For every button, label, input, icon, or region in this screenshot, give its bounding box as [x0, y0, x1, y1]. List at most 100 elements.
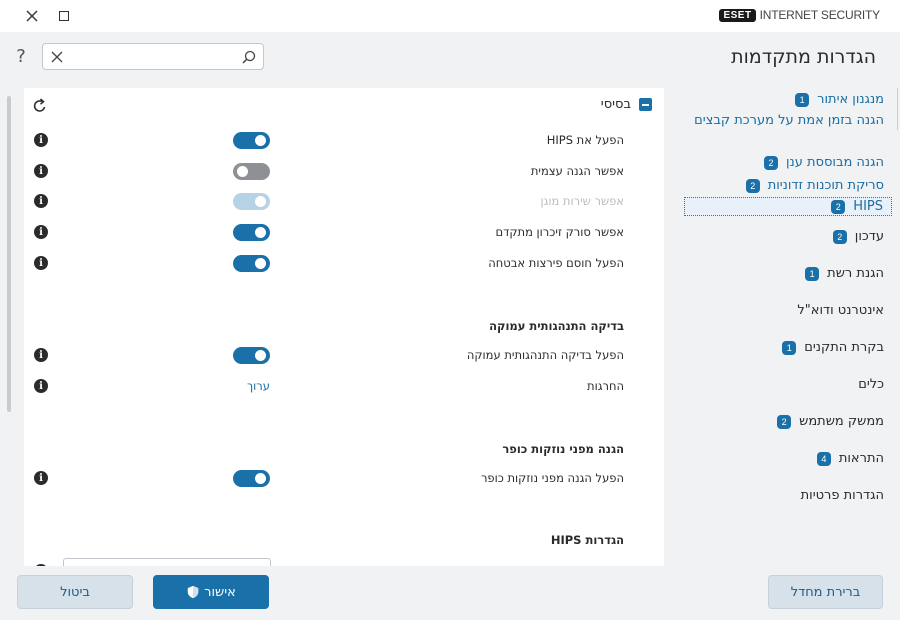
search-icon[interactable]	[241, 49, 257, 65]
hips-settings-heading: הגדרות HIPS	[550, 533, 624, 547]
sidebar-item-label: עדכון	[854, 229, 884, 244]
minus-icon	[642, 103, 649, 106]
setting-label: אפשר שירות מוגן	[540, 194, 624, 208]
count-badge: 4	[816, 451, 831, 466]
setting-row-self-defense: אפשר הגנה עצמית i	[24, 161, 664, 183]
protected-service-toggle	[233, 193, 270, 210]
exploit-blocker-toggle[interactable]	[233, 255, 270, 272]
ransomware-shield-toggle[interactable]	[233, 470, 270, 487]
deep-behavior-heading: בדיקה התנהגותית עמוקה	[489, 319, 624, 333]
ransomware-heading: הגנה מפני נוזקות כופר	[502, 442, 624, 456]
search-input[interactable]	[71, 47, 231, 66]
setting-label: הפעל חוסם פירצות אבטחה	[488, 256, 624, 270]
cancel-button[interactable]: ביטול	[17, 575, 133, 609]
setting-row-advanced-memory-scanner: אפשר סורק זיכרון מתקדם i	[24, 222, 664, 244]
setting-label: החרגות	[587, 379, 624, 393]
info-icon[interactable]: i	[34, 471, 48, 485]
ok-button[interactable]: אישור	[153, 575, 269, 609]
search-box	[42, 43, 264, 70]
count-badge: 2	[763, 155, 778, 170]
sidebar-item-label: בקרת התקנים	[804, 340, 884, 355]
deep-behavior-toggle[interactable]	[233, 347, 270, 364]
sidebar-item-hips[interactable]: HIPS 2	[684, 197, 892, 216]
info-icon[interactable]: i	[34, 194, 48, 208]
page-title: הגדרות מתקדמות	[731, 46, 876, 68]
settings-panel: בסיסי הפעל את HIPS i אפשר הגנה עצמית i א…	[24, 88, 664, 566]
info-icon[interactable]: i	[34, 256, 48, 270]
sidebar-item-user-interface[interactable]: ממשק משתמש 2	[664, 403, 900, 440]
scrollbar[interactable]	[7, 96, 11, 412]
sidebar-item-tools[interactable]: כלים	[664, 366, 900, 403]
setting-label: הפעל את HIPS	[546, 133, 624, 147]
sidebar-item-detection-engine[interactable]: מנגנון איתור 1	[664, 88, 900, 111]
sidebar-item-label: הגנה בזמן אמת על מערכת קבצים	[694, 113, 884, 128]
title-bar: ESET INTERNET SECURITY	[0, 0, 900, 32]
sidebar-item-label: HIPS	[853, 199, 883, 214]
reset-icon[interactable]	[32, 98, 48, 114]
enable-hips-toggle[interactable]	[233, 132, 270, 149]
sidebar: מנגנון איתור 1 הגנה בזמן אמת על מערכת קב…	[664, 84, 900, 514]
setting-row-ransomware: הפעל הגנה מפני נוזקות כופר i	[24, 468, 664, 490]
setting-label: הפעל בדיקה התנהגותית עמוקה	[466, 348, 624, 362]
sidebar-item-notifications[interactable]: התראות 4	[664, 440, 900, 477]
sidebar-item-network-protection[interactable]: הגנת רשת 1	[664, 255, 900, 292]
info-icon[interactable]: i	[34, 379, 48, 393]
setting-label: אפשר סורק זיכרון מתקדם	[495, 225, 624, 239]
close-window-button[interactable]	[22, 6, 42, 26]
product-name: INTERNET SECURITY	[759, 8, 881, 22]
count-badge: 1	[795, 92, 810, 107]
sidebar-item-malware-scans[interactable]: סריקת תוכנות זדוניות 2	[664, 174, 900, 197]
sidebar-item-device-control[interactable]: בקרת התקנים 1	[664, 329, 900, 366]
sidebar-item-update[interactable]: עדכון 2	[664, 218, 900, 255]
info-icon[interactable]: i	[34, 348, 48, 362]
sidebar-item-privacy-settings[interactable]: הגדרות פרטיות	[664, 477, 900, 514]
sidebar-item-label: ממשק משתמש	[799, 414, 884, 429]
count-badge: 1	[805, 266, 820, 281]
section-header: בסיסי	[601, 97, 652, 112]
close-icon	[26, 10, 38, 22]
sidebar-item-label: מנגנון איתור	[817, 92, 884, 107]
default-button[interactable]: ברירת מחדל	[768, 575, 883, 609]
brand: ESET INTERNET SECURITY	[719, 8, 880, 22]
shield-icon	[187, 585, 199, 599]
advanced-memory-scanner-toggle[interactable]	[233, 224, 270, 241]
eset-logo: ESET	[719, 8, 756, 22]
setting-row-exclusions: החרגות ערוך i	[24, 376, 664, 398]
sidebar-item-web-and-email[interactable]: אינטרנט ודוא"ל	[664, 292, 900, 329]
sidebar-item-label: התראות	[838, 451, 884, 466]
maximize-window-button[interactable]	[54, 6, 74, 26]
setting-label: הפעל הגנה מפני נוזקות כופר	[480, 471, 624, 485]
info-icon[interactable]: i	[34, 225, 48, 239]
edit-exclusions-link[interactable]: ערוך	[247, 379, 270, 393]
ok-button-label: אישור	[204, 584, 236, 600]
count-badge: 2	[832, 229, 847, 244]
sidebar-item-label: הגנת רשת	[827, 266, 884, 281]
help-icon[interactable]: ?	[14, 46, 28, 67]
clear-search-icon[interactable]	[49, 49, 65, 65]
sidebar-item-label: הגנה מבוססת ענן	[785, 155, 884, 170]
info-icon[interactable]: i	[34, 133, 48, 147]
sidebar-group-detection: מנגנון איתור 1 הגנה בזמן אמת על מערכת קב…	[664, 84, 900, 218]
info-icon[interactable]	[34, 564, 48, 566]
setting-row-protected-service: אפשר שירות מוגן i	[24, 191, 664, 213]
info-icon[interactable]: i	[34, 164, 48, 178]
sidebar-item-label: אינטרנט ודוא"ל	[797, 303, 884, 318]
setting-row-exploit-blocker: הפעל חוסם פירצות אבטחה i	[24, 253, 664, 275]
filtering-mode-select[interactable]	[63, 558, 271, 566]
setting-label: אפשר הגנה עצמית	[530, 164, 624, 178]
sidebar-item-label: כלים	[858, 377, 884, 392]
count-badge: 1	[782, 340, 797, 355]
collapse-section-button[interactable]	[639, 98, 652, 111]
section-title: בסיסי	[600, 97, 631, 112]
sidebar-item-label: סריקת תוכנות זדוניות	[767, 178, 884, 193]
count-badge: 2	[745, 178, 760, 193]
sidebar-item-cloud-protection[interactable]: הגנה מבוססת ענן 2	[664, 151, 900, 174]
maximize-icon	[59, 11, 69, 21]
count-badge: 2	[831, 199, 846, 214]
self-defense-toggle[interactable]	[233, 163, 270, 180]
sidebar-item-realtime-protection[interactable]: הגנה בזמן אמת על מערכת קבצים	[680, 111, 900, 151]
setting-row-enable-hips: הפעל את HIPS i	[24, 130, 664, 152]
setting-row-deep-behavior: הפעל בדיקה התנהגותית עמוקה i	[24, 345, 664, 367]
count-badge: 2	[777, 414, 792, 429]
sidebar-item-label: הגדרות פרטיות	[800, 488, 884, 503]
